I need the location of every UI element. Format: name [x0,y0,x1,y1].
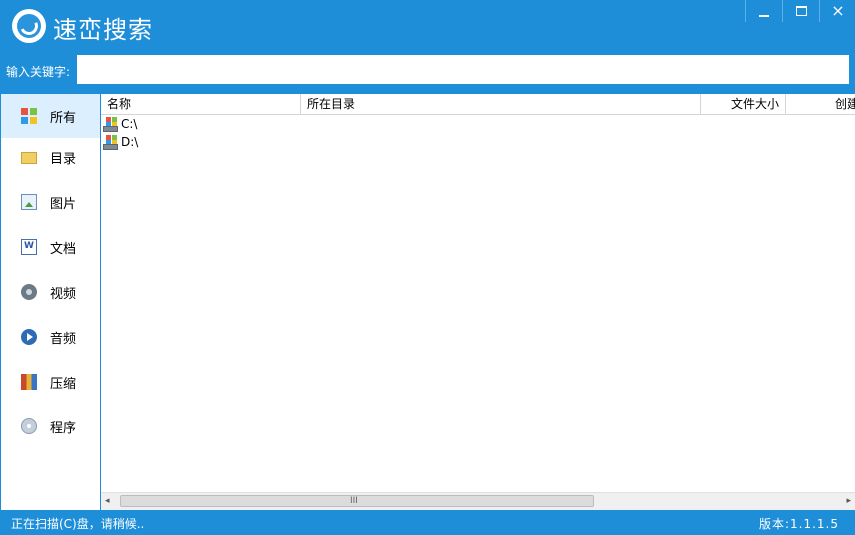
file-list: 名称 所在目录 文件大小 创建 C:\ D:\ ◂ III ▸ [101,94,855,510]
category-sidebar: 所有 目录 图片 文档 视频 音频 压缩 程序 [1,94,100,510]
sidebar-item-folders[interactable]: 目录 [1,135,100,179]
sidebar-item-label: 文档 [50,241,77,257]
sidebar-item-label: 压缩 [50,376,77,392]
column-header-size[interactable]: 文件大小 [701,94,786,114]
list-item-name: C:\ [121,117,138,131]
app-title: 速峦搜索 [53,16,153,44]
sidebar-item-label: 程序 [50,420,77,436]
list-item[interactable]: D:\ [103,133,138,151]
sidebar-item-label: 音频 [50,331,77,347]
column-header-created[interactable]: 创建 [786,94,855,114]
column-header-directory[interactable]: 所在目录 [301,94,701,114]
document-icon [21,239,37,255]
scroll-left-arrow-icon[interactable]: ◂ [105,496,110,506]
minimize-button[interactable] [745,0,782,22]
status-message: 正在扫描(C)盘，请稍候.. [11,517,145,531]
sidebar-item-programs[interactable]: 程序 [1,404,100,448]
close-button[interactable]: × [819,0,855,22]
drive-icon [103,116,118,132]
archive-icon [21,374,37,390]
horizontal-scrollbar[interactable]: ◂ III ▸ [101,492,855,510]
program-icon [21,418,37,434]
search-label: 输入关键字: [6,65,71,79]
list-item-name: D:\ [121,135,139,149]
scrollbar-thumb[interactable]: III [120,495,594,507]
list-header: 名称 所在目录 文件大小 创建 [101,94,855,115]
sidebar-item-videos[interactable]: 视频 [1,270,100,314]
list-item[interactable]: C:\ [103,115,137,133]
picture-icon [21,194,37,210]
search-input[interactable] [77,55,849,84]
sidebar-item-archives[interactable]: 压缩 [1,360,100,404]
all-files-icon [21,108,37,124]
sidebar-item-label: 视频 [50,286,77,302]
video-icon [21,284,37,300]
sidebar-item-label: 图片 [50,196,77,212]
sidebar-item-audio[interactable]: 音频 [1,315,100,359]
title-bar: 速峦搜索 × [0,0,855,55]
sidebar-item-all[interactable]: 所有 [1,94,100,138]
scroll-right-arrow-icon[interactable]: ▸ [846,496,851,506]
folder-icon [21,152,37,164]
minimize-icon [759,15,769,17]
sidebar-item-documents[interactable]: 文档 [1,225,100,269]
maximize-button[interactable] [782,0,819,22]
sidebar-item-label: 所有 [50,110,77,126]
audio-icon [21,329,37,345]
maximize-icon [795,6,807,16]
sidebar-item-label: 目录 [50,151,77,167]
column-header-name[interactable]: 名称 [101,94,301,114]
scrollbar-grip: III [350,496,358,506]
drive-icon [103,134,118,150]
sidebar-item-pictures[interactable]: 图片 [1,180,100,224]
app-logo-icon [12,9,46,43]
version-label: 版本:1.1.1.5 [758,517,839,531]
